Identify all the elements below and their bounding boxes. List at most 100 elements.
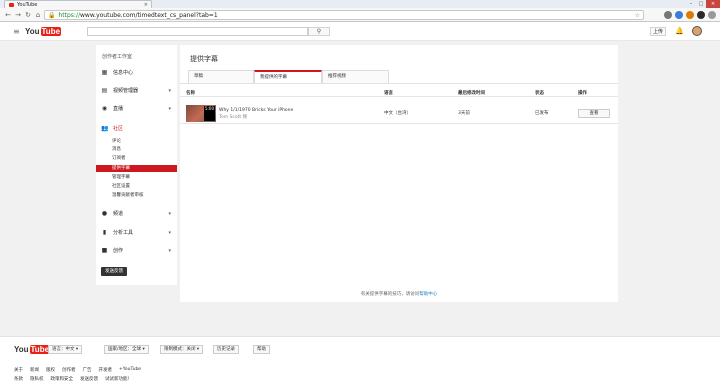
country-button[interactable]: 国家/地区：全球 ▾ [104,345,149,354]
upload-button[interactable]: 上传 [650,27,666,36]
help-button[interactable]: 帮助 [253,345,270,354]
sidebar-item-label: 信息中心 [113,70,134,76]
footer-link[interactable]: 版权 [46,367,55,373]
chevron-down-icon: ▾ [168,247,171,254]
extension-icons [664,11,716,19]
home-button[interactable]: ⌂ [34,11,42,19]
footer-link[interactable]: +YouTube [119,367,141,373]
logo-tube: Tube [29,345,51,354]
footer-link[interactable]: 广告 [83,367,92,373]
view-button[interactable]: 查看 [578,109,610,118]
sidebar-subitem-community-settings[interactable]: 社区设置 [96,183,177,190]
restricted-mode-button[interactable]: 限制模式：关闭 ▾ [160,345,204,354]
chevron-down-icon: ▾ [168,105,171,112]
footer-youtube-logo[interactable]: You Tube [14,345,51,354]
column-header-language: 语言 [384,91,393,96]
subtitle-tabs: 草稿 我提供的字幕 推荐视频 [188,70,389,83]
footer-link[interactable]: 条款 [14,376,23,382]
forward-button[interactable]: → [14,11,22,19]
dashboard-icon: ▦ [101,69,108,76]
sidebar-item-label: 直播 [113,106,124,112]
analytics-icon: ▮ [102,229,107,236]
video-channel: Tom Scott 频 [219,115,248,120]
column-header-actions: 操作 [578,91,587,96]
window-close-button[interactable]: × [706,0,720,8]
sidebar-item-live[interactable]: ◉ 直播 ▾ [96,104,177,113]
extension-icon[interactable] [697,11,705,19]
sidebar-item-label: 创作 [113,248,124,254]
sidebar-item-label: 频道 [113,211,124,217]
sidebar-item-dashboard[interactable]: ▦ 信息中心 [96,68,177,77]
footer-link[interactable]: 试试新功能! [105,376,129,382]
send-feedback-button[interactable]: 发送反馈 [101,267,127,276]
sidebar-item-channel[interactable]: ● 频道 ▾ [96,209,177,218]
search-icon: ⚲ [316,28,322,35]
tab-recommended[interactable]: 推荐视频 [322,70,389,83]
logo-you: You [25,27,40,36]
footer-link[interactable]: 创作者 [62,367,76,373]
tab-close-icon[interactable]: × [144,2,148,8]
sidebar-subitem-contributor-review[interactable]: 温馨贡献者审核 [96,192,177,199]
extension-icon[interactable] [664,11,672,19]
browser-tab[interactable]: YouTube × [4,0,152,8]
sidebar-item-label: 分析工具 [113,230,134,236]
tab-drafts[interactable]: 草稿 [188,70,254,83]
extension-icon[interactable] [686,11,694,19]
channel-icon: ● [101,210,108,217]
tab-my-subtitles[interactable]: 我提供的字幕 [254,70,322,83]
chrome-menu-icon[interactable] [708,11,716,19]
minimize-button[interactable]: – [686,0,696,8]
tab-title: YouTube [17,1,38,8]
back-button[interactable]: ← [4,11,12,19]
youtube-logo[interactable]: You Tube [25,27,62,36]
column-header-modified: 最后修改时间 [458,91,485,96]
sidebar-item-video-manager[interactable]: ▤ 视频管理器 ▾ [96,86,177,95]
language-button[interactable]: 语言：中文 ▾ [48,345,83,354]
sidebar-item-create[interactable]: ■ 创作 ▾ [96,246,177,255]
footer-link[interactable]: 开发者 [99,367,113,373]
url-scheme: https:// [58,11,80,19]
avatar[interactable] [692,26,702,36]
sidebar-item-community[interactable]: 👥 社区 [96,124,177,133]
create-icon: ■ [101,247,108,254]
chevron-down-icon: ▾ [168,210,171,217]
history-button[interactable]: 历史记录 [213,345,239,354]
footer-link[interactable]: 新闻 [30,367,39,373]
hamburger-menu-icon[interactable]: ≡ [13,28,20,36]
help-center-link[interactable]: 帮助中心 [419,292,437,297]
sidebar-title: 创作者工作室 [102,54,133,60]
logo-you: You [14,345,29,354]
url-path: www.youtube.com/timedtext_cs_panel?tab=1 [80,11,218,19]
youtube-header: ≡ You Tube ⚲ 上传 🔔 [0,22,720,41]
help-hint-text: 有关提供字幕的技巧，请访问 [360,292,420,297]
sidebar-item-label: 视频管理器 [113,88,139,94]
address-bar[interactable]: 🔒 https:// www.youtube.com/timedtext_cs_… [44,10,644,20]
sidebar-subitem-messages[interactable]: 消息 [96,146,177,153]
footer-link[interactable]: 政策和安全 [51,376,74,382]
sidebar-subitem-contribute-subtitles[interactable]: 提供字幕 [96,165,177,172]
row-status: 已发布 [535,111,549,116]
sidebar-subitem-manage-subtitles[interactable]: 管理字幕 [96,174,177,181]
extension-icon[interactable] [675,11,683,19]
notifications-bell-icon[interactable]: 🔔 [675,27,684,35]
main-panel: 提供字幕 草稿 我提供的字幕 推荐视频 名称 语言 最后修改时间 状态 操作 5… [180,45,618,302]
browser-toolbar: ← → ↻ ⌂ 🔒 https:// www.youtube.com/timed… [0,8,720,22]
footer-links-secondary: 条款 隐私权 政策和安全 发送反馈 试试新功能! [14,376,129,382]
maximize-button[interactable]: □ [696,0,706,8]
search-button[interactable]: ⚲ [308,27,330,36]
lock-icon: 🔒 [48,11,56,19]
video-manager-icon: ▤ [101,87,108,94]
sidebar-item-analytics[interactable]: ▮ 分析工具 ▾ [96,228,177,237]
video-duration: 5:00 [204,106,215,121]
creator-studio-sidebar: 创作者工作室 ▦ 信息中心 ▤ 视频管理器 ▾ ◉ 直播 ▾ 👥 社区 评论 消… [96,45,177,285]
footer-link[interactable]: 发送反馈 [80,376,98,382]
video-title[interactable]: Why 1/1/1970 Bricks Your iPhone [219,108,293,113]
bookmark-star-icon[interactable]: ☆ [635,12,640,19]
sidebar-subitem-subscribers[interactable]: 订阅者 [96,155,177,162]
footer-link[interactable]: 关于 [14,367,23,373]
search-input[interactable] [87,27,308,36]
reload-button[interactable]: ↻ [24,11,32,19]
footer-link[interactable]: 隐私权 [30,376,44,382]
video-thumbnail[interactable]: 5:00 [186,105,216,122]
sidebar-subitem-comments[interactable]: 评论 [96,138,177,145]
